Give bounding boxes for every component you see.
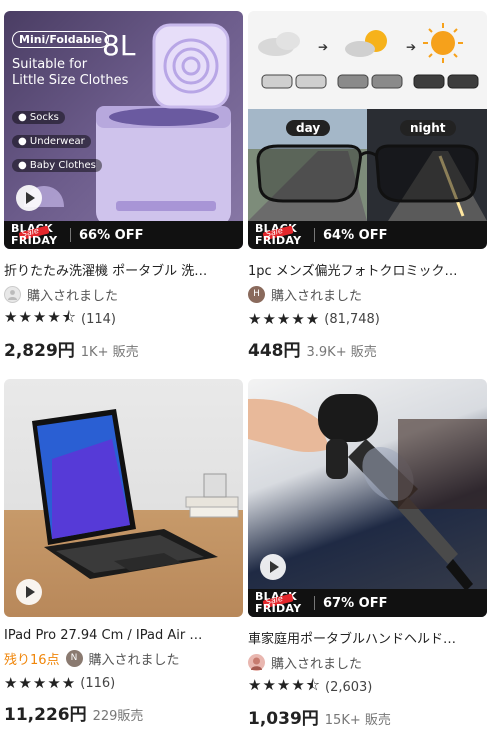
product-card[interactable]: ➔ ➔ day night Sale FRIDAY 64% OFF 1pc メン… xyxy=(248,11,487,361)
capacity-label: 8L xyxy=(102,29,136,62)
image-tag: ● Socks xyxy=(12,111,65,124)
image-tag-text: Socks xyxy=(29,112,59,123)
star-rating: ★★★★⯪ xyxy=(4,307,77,326)
sold-count: 1K+ 販売 xyxy=(80,345,139,360)
star-rating: ★★★★★ xyxy=(4,674,77,692)
product-image[interactable]: BLACK Sale FRIDAY 67% OFF xyxy=(248,379,487,617)
star-rating: ★★★★⯪ xyxy=(248,675,321,694)
product-title[interactable]: 車家庭用ポータブルハンドヘルドデ… xyxy=(248,628,463,647)
stock-remaining: 残り16点 xyxy=(4,652,60,668)
purchase-row: 購入されました xyxy=(248,652,487,672)
badge-divider xyxy=(314,228,315,242)
purchase-row: 残り16点 N 購入されました xyxy=(4,648,243,668)
play-video-button[interactable] xyxy=(16,185,42,211)
price: 1,039円 xyxy=(248,709,319,729)
price: 448円 xyxy=(248,341,301,361)
buyer-avatar-icon: H xyxy=(248,285,265,303)
purchased-text: 購入されました xyxy=(271,288,363,304)
product-card[interactable]: BLACK Sale FRIDAY 67% OFF 車家庭用ポータブルハンドヘル… xyxy=(248,379,487,729)
buyer-avatar-icon: N xyxy=(65,649,83,667)
handheld-vacuum-illustration xyxy=(248,394,487,591)
promo-badge: BLACK Sale FRIDAY 64% OFF xyxy=(248,221,487,249)
review-count: (2,603) xyxy=(325,679,373,695)
price-row: 448円 3.9K+ 販売 xyxy=(248,336,487,361)
discount-label: 64% OFF xyxy=(323,227,388,243)
rating-row: ★★★★⯪ (2,603) xyxy=(248,676,487,696)
review-count: (114) xyxy=(81,311,116,327)
svg-text:➔: ➔ xyxy=(406,40,416,54)
star-rating: ★★★★★ xyxy=(248,310,321,328)
product-card[interactable]: Mini/Foldable 8L Suitable for Little Siz… xyxy=(4,11,243,361)
image-tag: ● Baby Clothes xyxy=(12,159,102,172)
black-friday-logo: BLACK Sale FRIDAY xyxy=(255,590,302,615)
rating-row: ★★★★⯪ (114) xyxy=(4,308,243,328)
sold-count: 15K+ 販売 xyxy=(324,713,391,728)
sold-count: 3.9K+ 販売 xyxy=(306,345,377,360)
purchase-row: H 購入されました xyxy=(248,284,487,304)
sold-count: 229販売 xyxy=(92,709,144,724)
badge-divider xyxy=(314,596,315,610)
promo-badge: BLACK Sale FRIDAY 67% OFF xyxy=(248,589,487,617)
review-count: (81,748) xyxy=(324,311,380,327)
purchased-text: 購入されました xyxy=(271,656,363,672)
product-card[interactable]: IPad Pro 27.94 Cm / IPad Air … 残り16点 N 購… xyxy=(4,379,243,725)
svg-text:➔: ➔ xyxy=(318,40,328,54)
image-tag: ● Underwear xyxy=(12,135,91,148)
price: 11,226円 xyxy=(4,705,87,725)
rating-row: ★★★★★ (81,748) xyxy=(248,310,487,328)
price-row: 11,226円 229販売 xyxy=(4,700,243,725)
rating-row: ★★★★★ (116) xyxy=(4,674,243,692)
tablet-keyboard-illustration xyxy=(32,409,239,579)
product-title[interactable]: 1pc メンズ偏光フォトクロミックサ… xyxy=(248,260,463,279)
purchased-text: 購入されました xyxy=(88,652,180,668)
product-image[interactable]: Mini/Foldable 8L Suitable for Little Siz… xyxy=(4,11,243,249)
day-label: day xyxy=(286,120,331,136)
feature-badge: Mini/Foldable xyxy=(12,31,110,48)
play-video-button[interactable] xyxy=(260,554,286,580)
image-tag-text: Baby Clothes xyxy=(29,160,96,171)
purchase-row: 購入されました xyxy=(4,284,243,304)
image-headline: Little Size Clothes xyxy=(12,73,129,88)
image-headline: Suitable for xyxy=(12,57,88,72)
night-label: night xyxy=(400,120,456,136)
price-row: 1,039円 15K+ 販売 xyxy=(248,704,487,729)
price-row: 2,829円 1K+ 販売 xyxy=(4,336,243,361)
product-title[interactable]: IPad Pro 27.94 Cm / IPad Air … xyxy=(4,628,219,643)
discount-label: 66% OFF xyxy=(79,227,144,243)
buyer-avatar-icon xyxy=(4,285,21,303)
play-video-button[interactable] xyxy=(16,579,42,605)
product-title[interactable]: 折りたたみ洗濯機 ポータブル 洗… xyxy=(4,260,219,279)
badge-divider xyxy=(70,228,71,242)
review-count: (116) xyxy=(80,675,116,691)
price: 2,829円 xyxy=(4,341,75,361)
discount-label: 67% OFF xyxy=(323,595,388,611)
black-friday-logo: BLACK Sale FRIDAY xyxy=(11,222,58,247)
promo-badge: BLACK Sale FRIDAY 66% OFF xyxy=(4,221,243,249)
product-image[interactable] xyxy=(4,379,243,617)
image-tag-text: Underwear xyxy=(29,136,85,147)
product-image[interactable]: ➔ ➔ day night Sale FRIDAY 64% OFF xyxy=(248,11,487,249)
black-friday-logo: BLACK Sale FRIDAY xyxy=(255,222,302,247)
buyer-avatar-icon xyxy=(248,653,265,671)
purchased-text: 購入されました xyxy=(27,288,119,304)
